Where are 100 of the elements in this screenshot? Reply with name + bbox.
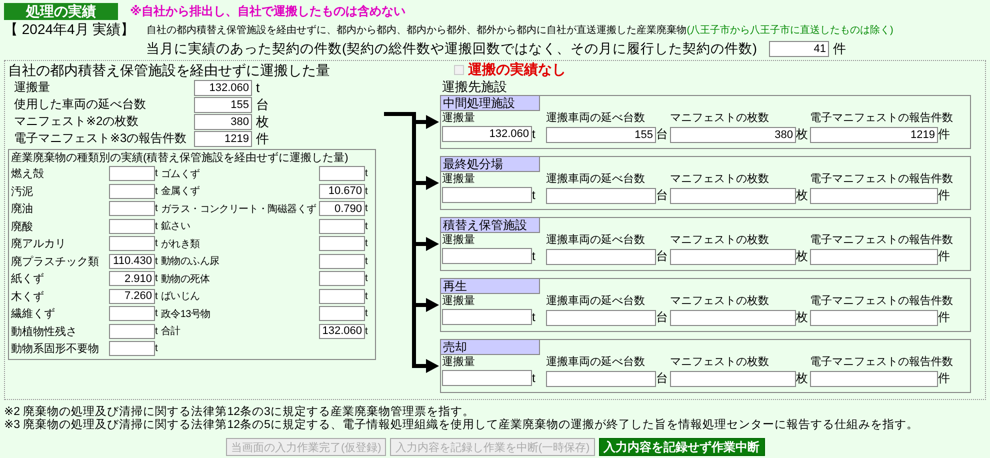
- waste-type-label: 動物のふん尿: [161, 255, 220, 268]
- field-label: 運搬量: [442, 233, 476, 248]
- summary-field[interactable]: 155: [194, 96, 252, 112]
- waste-amount-field[interactable]: [109, 218, 155, 234]
- waste-amount-field[interactable]: [109, 236, 155, 252]
- unit-label: t: [155, 273, 159, 284]
- waste-amount-field[interactable]: 110.430: [109, 254, 155, 269]
- facility-field[interactable]: [810, 310, 938, 326]
- facility-field[interactable]: [670, 370, 796, 386]
- waste-amount-field[interactable]: 7.260: [109, 288, 155, 304]
- field-label: 運搬車両の延べ台数: [546, 111, 646, 126]
- waste-amount-field[interactable]: [319, 306, 365, 322]
- unit-label: 台: [256, 96, 269, 114]
- field-label: 電子マニフェストの報告件数: [810, 233, 953, 248]
- field-label: 電子マニフェストの報告件数: [810, 294, 953, 309]
- waste-amount-field[interactable]: [109, 306, 155, 322]
- unit-label: 件: [938, 126, 951, 143]
- waste-amount-field[interactable]: [109, 201, 155, 216]
- summary-label: 運搬量: [14, 79, 51, 96]
- waste-amount-field[interactable]: [109, 324, 155, 339]
- facility-name: 再生: [440, 278, 540, 294]
- waste-type-label: 廃プラスチック類: [11, 254, 100, 269]
- waste-amount-field[interactable]: [109, 341, 155, 356]
- unit-label: t: [365, 256, 369, 267]
- description-note: (八王子市から八王子市に直送したものは除く): [686, 24, 894, 36]
- facility-field[interactable]: [670, 310, 796, 326]
- field-label: 運搬車両の延べ台数: [546, 172, 646, 187]
- waste-type-label: 廃酸: [11, 220, 34, 234]
- facility-field[interactable]: [442, 187, 532, 203]
- facility-field[interactable]: [442, 309, 532, 325]
- waste-amount-field[interactable]: 132.060: [319, 324, 365, 339]
- unit-label: t: [365, 168, 369, 180]
- waste-amount-field[interactable]: [319, 166, 365, 182]
- facility-field[interactable]: [810, 370, 938, 386]
- unit-label: 件: [256, 130, 269, 148]
- unit-label: 台: [656, 248, 669, 265]
- contract-count-field[interactable]: 41: [769, 41, 829, 57]
- waste-amount-field[interactable]: [109, 166, 155, 182]
- unit-label: 枚: [796, 126, 809, 143]
- waste-amount-field[interactable]: 2.910: [109, 271, 155, 286]
- unit-label: 台: [656, 187, 669, 204]
- unit-label: t: [365, 326, 369, 337]
- waste-type-label: 鉱さい: [161, 220, 192, 234]
- waste-type-label: ゴムくず: [161, 168, 201, 181]
- unit-label: t: [155, 326, 159, 337]
- waste-amount-field[interactable]: 0.790: [319, 201, 365, 216]
- unit-label: t: [532, 371, 536, 385]
- facility-field[interactable]: [670, 248, 796, 264]
- facility-field[interactable]: 1219: [810, 126, 938, 142]
- field-label: 運搬車両の延べ台数: [546, 294, 646, 309]
- facility-field[interactable]: 380: [670, 126, 796, 142]
- field-label: 運搬量: [442, 294, 476, 309]
- facility-field[interactable]: [546, 188, 656, 204]
- waste-type-label: 木くず: [11, 290, 45, 304]
- destinations-title: 運搬先施設: [441, 79, 508, 95]
- action-button[interactable]: 入力内容を記録せず作業中断: [598, 438, 765, 456]
- footnote-text: ※2 廃棄物の処理及び清掃に関する法律第12条の3に規定する産業廃棄物管理票を指す。: [4, 406, 476, 418]
- section-title: 自社の都内積替え保管施設を経由せずに運搬した量: [8, 61, 331, 79]
- waste-amount-field[interactable]: [319, 236, 365, 252]
- summary-label: マニフェスト※2の枚数: [14, 113, 140, 130]
- waste-amount-field[interactable]: [319, 288, 365, 304]
- field-label: マニフェストの枚数: [670, 355, 770, 370]
- facility-field[interactable]: [546, 370, 656, 386]
- notice-text: ※自社から排出し、自社で運搬したものは含めない: [130, 2, 406, 20]
- facility-field[interactable]: [546, 310, 656, 326]
- waste-amount-field[interactable]: [319, 254, 365, 269]
- facility-field[interactable]: [546, 248, 656, 264]
- summary-field[interactable]: 380: [194, 114, 252, 130]
- field-label: マニフェストの枚数: [670, 111, 770, 126]
- facility-field[interactable]: [810, 248, 938, 264]
- waste-amount-field[interactable]: [319, 271, 365, 286]
- unit-label: t: [532, 127, 536, 141]
- unit-label: 枚: [796, 370, 809, 387]
- waste-amount-field[interactable]: 10.670: [319, 184, 365, 199]
- facility-field[interactable]: 132.060: [442, 126, 532, 142]
- unit-label: t: [155, 203, 159, 214]
- facility-name: 最終処分場: [440, 156, 540, 172]
- unit-label: t: [155, 238, 159, 250]
- waste-type-label: 合計: [161, 324, 182, 338]
- facility-field[interactable]: [670, 188, 796, 204]
- facility-field[interactable]: [810, 188, 938, 204]
- facility-field[interactable]: 155: [546, 126, 656, 142]
- waste-types-title: 産業廃棄物の種類別の実績(積替え保管施設を経由せずに運搬した量): [11, 151, 350, 165]
- facility-name: 売却: [440, 339, 540, 355]
- unit-label: t: [365, 290, 369, 302]
- waste-amount-field[interactable]: [319, 218, 365, 234]
- waste-amount-field[interactable]: [109, 184, 155, 199]
- unit-label: t: [532, 188, 536, 202]
- waste-type-label: 汚泥: [11, 184, 34, 199]
- summary-field[interactable]: 1219: [194, 130, 252, 146]
- unit-label: t: [256, 80, 260, 95]
- unit-label: 枚: [796, 248, 809, 265]
- waste-type-label: がれき類: [161, 238, 201, 251]
- waste-type-label: 繊維くず: [11, 307, 56, 322]
- unit-label: t: [155, 343, 159, 354]
- unit-label: t: [365, 308, 369, 320]
- facility-field[interactable]: [442, 370, 532, 386]
- waste-type-label: 動物系固形不要物: [11, 342, 100, 356]
- facility-field[interactable]: [442, 248, 532, 264]
- summary-field[interactable]: 132.060: [194, 80, 252, 96]
